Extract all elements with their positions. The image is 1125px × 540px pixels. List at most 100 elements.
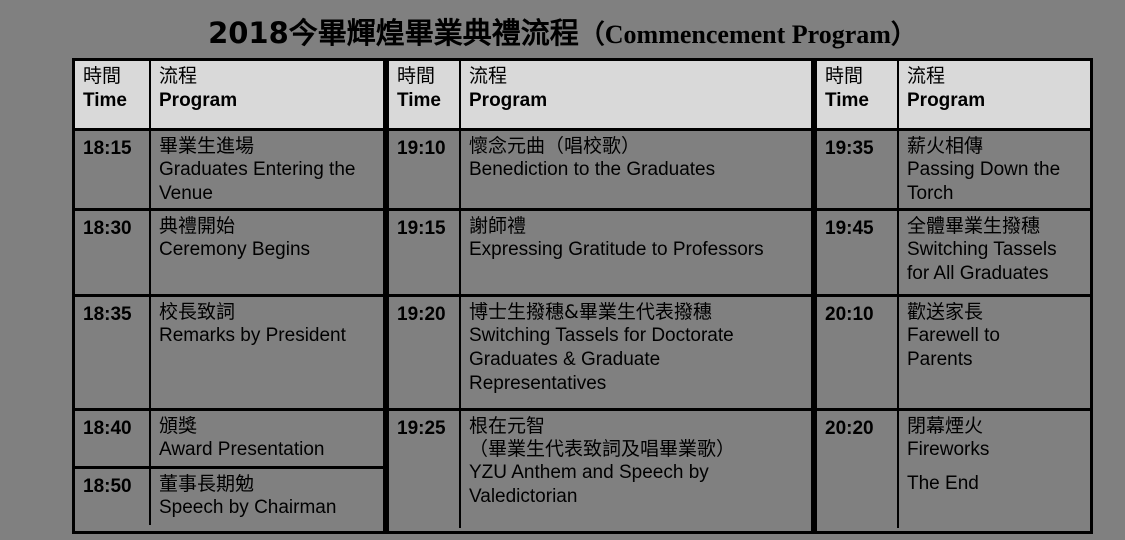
header-time-label-en-1: Time: [83, 90, 128, 111]
page-title-chinese: 2018今畢輝煌畢業典禮流程: [208, 16, 579, 50]
row-program: 懷念元曲（唱校歌） Benediction to the Graduates: [461, 131, 811, 208]
table-row: 18:15 畢業生進場 Graduates Entering the Venue: [75, 131, 383, 211]
table-row: 18:50 董事長期勉 Speech by Chairman: [75, 469, 383, 525]
row-program-en: Graduates Entering the: [159, 159, 356, 180]
header-program-label-en-2: Program: [469, 90, 548, 111]
row-program-en: Switching Tassels: [907, 239, 1057, 260]
row-program-en-2: Venue: [159, 183, 213, 204]
page-title: 2018今畢輝煌畢業典禮流程（Commencement Program）: [0, 16, 1125, 52]
header-program-1: 流程 Program: [151, 61, 383, 128]
table-row: 19:15 謝師禮 Expressing Gratitude to Profes…: [389, 211, 811, 297]
row-program-end-label: The End: [907, 473, 979, 494]
table-row-split: 18:40 頒獎 Award Presentation 18:50 董事長期勉 …: [75, 411, 383, 528]
header-program-3: 流程 Program: [899, 61, 1090, 128]
row-program-en: Farewell to: [907, 325, 1000, 346]
row-program: 畢業生進場 Graduates Entering the Venue: [151, 131, 383, 208]
row-time: 20:20: [817, 411, 899, 528]
row-time: 20:10: [817, 297, 899, 408]
header-time-1: 時間 Time: [75, 61, 151, 128]
row-program: 博士生撥穗&畢業生代表撥穗 Switching Tassels for Doct…: [461, 297, 811, 408]
row-program-cjk: 董事長期勉: [159, 473, 255, 495]
commencement-schedule-table: 時間 Time 流程 Program 18:15 畢業生進場 Graduates…: [72, 58, 1093, 534]
table-row: 20:20 閉幕煙火 Fireworks The End: [817, 411, 1090, 528]
row-program: 謝師禮 Expressing Gratitude to Professors: [461, 211, 811, 294]
column-header-row-1: 時間 Time 流程 Program: [75, 61, 383, 131]
row-program: 校長致詞 Remarks by President: [151, 297, 383, 408]
row-program-en-2: Graduates & Graduate: [469, 349, 661, 370]
row-time: 18:30: [75, 211, 151, 294]
row-program-en: Speech by Chairman: [159, 497, 337, 518]
header-time-2: 時間 Time: [389, 61, 461, 128]
row-program: 頒獎 Award Presentation: [151, 411, 383, 466]
header-time-label-en-2: Time: [397, 90, 442, 111]
row-time: 18:40: [75, 411, 151, 466]
row-time: 19:45: [817, 211, 899, 294]
row-program-en: Ceremony Begins: [159, 239, 311, 260]
row-program-spacer: [907, 462, 1084, 472]
header-time-label-cjk-2: 時間: [397, 65, 436, 87]
row-program-en: Fireworks: [907, 439, 990, 460]
row-program-en-2: Torch: [907, 183, 954, 204]
row-program-en-3: Representatives: [469, 373, 607, 394]
row-program: 薪火相傳 Passing Down the Torch: [899, 131, 1090, 208]
row-program-cjk: 全體畢業生撥穗: [907, 215, 1041, 237]
schedule-column-group-1: 時間 Time 流程 Program 18:15 畢業生進場 Graduates…: [72, 58, 386, 534]
schedule-column-group-3: 時間 Time 流程 Program 19:35 薪火相傳 Passing Do…: [814, 58, 1093, 534]
page-title-english: （Commencement Program）: [578, 20, 917, 49]
row-program-cjk: 典禮開始: [159, 215, 236, 237]
row-program-cjk: 閉幕煙火: [907, 415, 984, 437]
header-time-label-cjk-3: 時間: [825, 65, 864, 87]
row-program: 閉幕煙火 Fireworks The End: [899, 411, 1090, 528]
row-program-en: Remarks by President: [159, 325, 346, 346]
table-row: 19:45 全體畢業生撥穗 Switching Tassels for All …: [817, 211, 1090, 297]
row-program-en-2: for All Graduates: [907, 263, 1049, 284]
row-program-en: YZU Anthem and Speech by: [469, 462, 709, 483]
header-program-label-en-3: Program: [907, 90, 986, 111]
header-program-label-en-1: Program: [159, 90, 238, 111]
table-row: 19:10 懷念元曲（唱校歌） Benediction to the Gradu…: [389, 131, 811, 211]
row-time: 19:10: [389, 131, 461, 208]
row-program-en: Expressing Gratitude to Professors: [469, 239, 764, 260]
header-program-label-cjk-2: 流程: [469, 65, 508, 87]
row-program-cjk: 畢業生進場: [159, 135, 255, 157]
table-row: 20:10 歡送家長 Farewell to Parents: [817, 297, 1090, 411]
row-program-cjk: 歡送家長: [907, 301, 984, 323]
header-time-3: 時間 Time: [817, 61, 899, 128]
row-program: 全體畢業生撥穗 Switching Tassels for All Gradua…: [899, 211, 1090, 294]
schedule-body-2: 19:10 懷念元曲（唱校歌） Benediction to the Gradu…: [389, 131, 811, 531]
row-program-cjk: 薪火相傳: [907, 135, 984, 157]
header-time-label-cjk-1: 時間: [83, 65, 122, 87]
header-time-label-en-3: Time: [825, 90, 870, 111]
row-time: 19:35: [817, 131, 899, 208]
column-header-row-3: 時間 Time 流程 Program: [817, 61, 1090, 131]
row-program-en-2: Parents: [907, 349, 973, 370]
row-time: 19:20: [389, 297, 461, 408]
column-header-row-2: 時間 Time 流程 Program: [389, 61, 811, 131]
row-program-cjk-2: （畢業生代表致詞及唱畢業歌）: [469, 438, 736, 460]
row-program-cjk: 謝師禮: [469, 215, 527, 237]
row-time: 19:15: [389, 211, 461, 294]
row-program-en-2: Valedictorian: [469, 486, 578, 507]
header-program-label-cjk-3: 流程: [907, 65, 946, 87]
row-time: 18:35: [75, 297, 151, 408]
row-program-en: Passing Down the: [907, 159, 1061, 180]
row-program-en: Benediction to the Graduates: [469, 159, 716, 180]
row-time: 19:25: [389, 411, 461, 528]
row-program-en: Award Presentation: [159, 439, 325, 460]
row-program: 歡送家長 Farewell to Parents: [899, 297, 1090, 408]
row-program: 典禮開始 Ceremony Begins: [151, 211, 383, 294]
row-program-cjk: 校長致詞: [159, 301, 236, 323]
row-time: 18:15: [75, 131, 151, 208]
schedule-column-group-2: 時間 Time 流程 Program 19:10 懷念元曲（唱校歌） Bened…: [386, 58, 814, 534]
table-row: 18:30 典禮開始 Ceremony Begins: [75, 211, 383, 297]
row-time: 18:50: [75, 469, 151, 525]
row-program-cjk: 頒獎: [159, 415, 198, 437]
header-program-label-cjk-1: 流程: [159, 65, 198, 87]
table-row: 18:35 校長致詞 Remarks by President: [75, 297, 383, 411]
table-row: 19:25 根在元智 （畢業生代表致詞及唱畢業歌） YZU Anthem and…: [389, 411, 811, 528]
table-row: 18:40 頒獎 Award Presentation: [75, 411, 383, 469]
row-program-cjk: 博士生撥穗&畢業生代表撥穗: [469, 301, 712, 323]
row-program: 董事長期勉 Speech by Chairman: [151, 469, 383, 525]
schedule-body-1: 18:15 畢業生進場 Graduates Entering the Venue…: [75, 131, 383, 531]
row-program-cjk: 根在元智: [469, 415, 546, 437]
